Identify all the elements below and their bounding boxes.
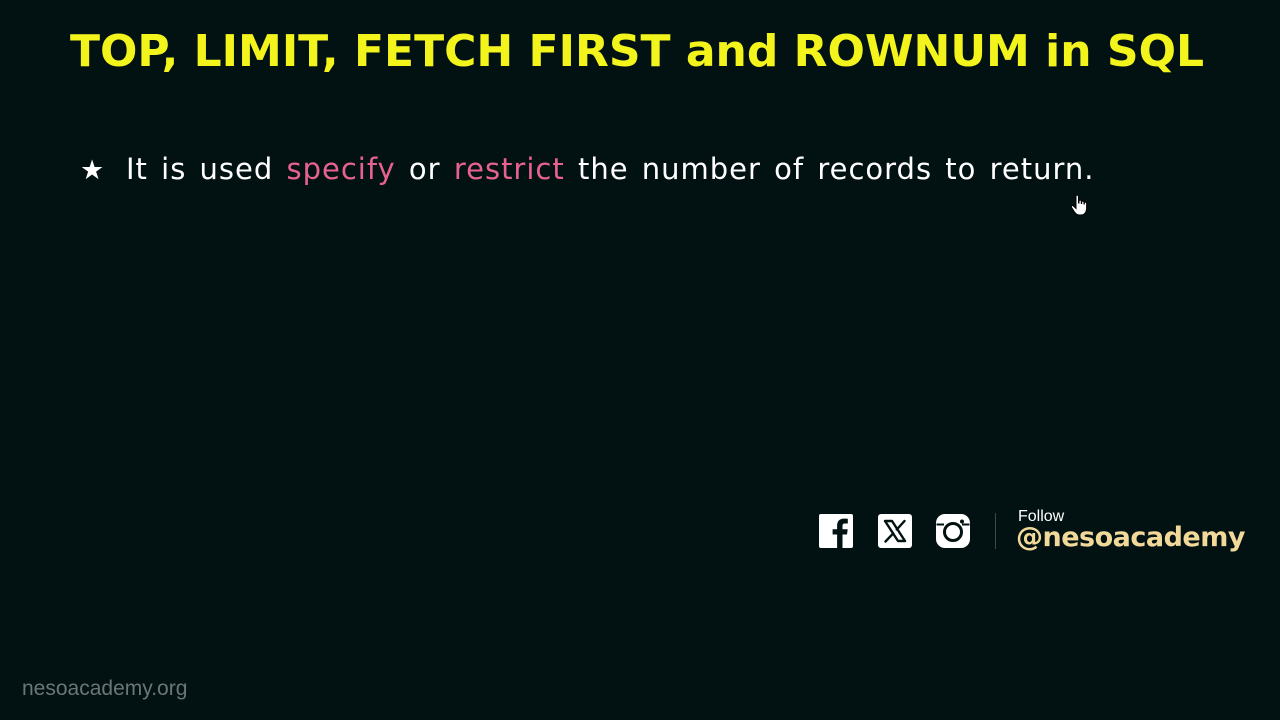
instagram-icon[interactable] [935,513,971,549]
highlight-specify: specify [286,152,396,186]
watermark: nesoacademy.org [22,677,188,700]
facebook-icon[interactable] [818,513,854,549]
bullet-text-part3: the number of records to return. [564,152,1095,186]
highlight-restrict: restrict [453,152,565,186]
bullet-text-part2: or [395,152,454,186]
x-icon[interactable] [877,513,913,549]
slide-title: TOP, LIMIT, FETCH FIRST and ROWNUM in SQ… [70,26,1205,77]
bullet-text-part1: It is used [126,152,287,186]
hand-cursor-icon [1070,194,1088,216]
star-icon: ★ [80,155,106,186]
social-divider [995,513,996,549]
bullet-point: ★ It is used specify or restrict the numb… [80,152,1095,186]
social-handle[interactable]: @nesoacademy [1016,522,1245,553]
